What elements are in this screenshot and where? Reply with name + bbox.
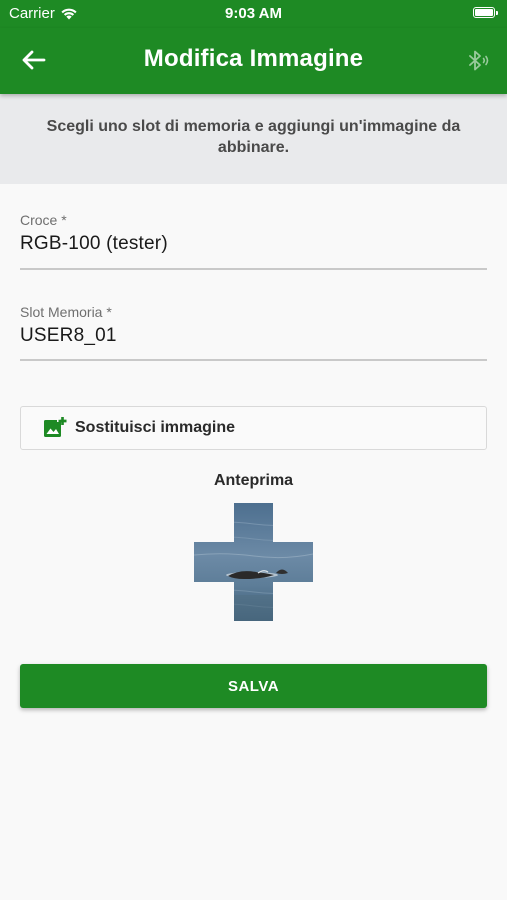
battery-icon bbox=[473, 7, 495, 18]
status-bar: Carrier 9:03 AM bbox=[0, 0, 507, 28]
bluetooth-searching-icon bbox=[469, 50, 489, 71]
cross-field[interactable]: Croce * RGB-100 (tester) bbox=[20, 212, 487, 270]
bluetooth-button[interactable] bbox=[463, 46, 493, 76]
memory-slot-label: Slot Memoria * bbox=[20, 304, 112, 320]
page-title: Modifica Immagine bbox=[143, 45, 364, 72]
replace-image-button[interactable]: Sostituisci immagine bbox=[20, 406, 487, 450]
status-time: 9:03 AM bbox=[225, 5, 282, 22]
cross-preview-image bbox=[194, 503, 313, 621]
cross-field-value: RGB-100 (tester) bbox=[20, 233, 168, 254]
battery-tip bbox=[496, 11, 498, 15]
battery-fill bbox=[475, 9, 493, 16]
memory-slot-value: USER8_01 bbox=[20, 325, 117, 346]
save-button[interactable]: SALVA bbox=[20, 664, 487, 708]
app-bar: Modifica Immagine bbox=[0, 28, 507, 94]
save-button-label: SALVA bbox=[227, 677, 280, 695]
memory-slot-field[interactable]: Slot Memoria * USER8_01 bbox=[20, 304, 487, 361]
preview-title: Anteprima bbox=[213, 472, 294, 489]
instruction-text: Scegli uno slot di memoria e aggiungi un… bbox=[46, 118, 461, 156]
instruction-banner: Scegli uno slot di memoria e aggiungi un… bbox=[0, 94, 507, 184]
replace-image-label: Sostituisci immagine bbox=[75, 419, 236, 436]
cross-field-label: Croce * bbox=[20, 212, 67, 228]
add-photo-icon bbox=[44, 417, 67, 437]
